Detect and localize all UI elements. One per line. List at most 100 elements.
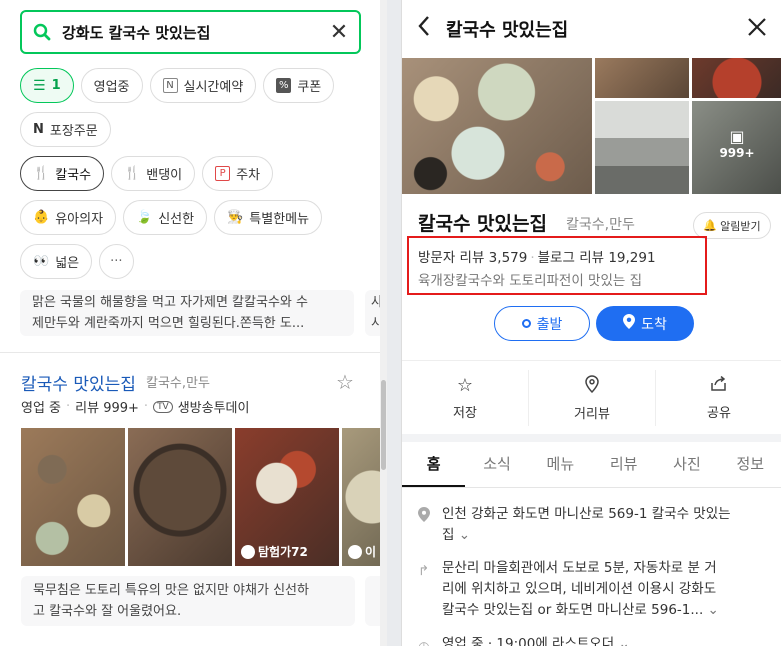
share-button[interactable]: 공유	[655, 370, 781, 426]
more-photos-overlay[interactable]: ▣ 999+	[692, 127, 781, 160]
result-category: 칼국수,만두	[146, 376, 210, 391]
detail-header: 칼국수 맛있는집	[402, 0, 781, 58]
more-filters-button[interactable]: ···	[99, 244, 134, 279]
search-input[interactable]: 강화도 칼국수 맛있는집	[62, 22, 319, 43]
directions-line: 문산리 마을회관에서 도보로 5분, 자동차로 분 거	[442, 560, 717, 576]
clock-icon: ◷	[418, 634, 432, 646]
utensils-icon: 🍴	[33, 166, 50, 181]
visitor-review-link[interactable]: 방문자 리뷰 3,579	[418, 250, 527, 266]
close-icon[interactable]	[732, 14, 781, 44]
action-bar: ☆ 저장 거리뷰 공유	[402, 370, 781, 426]
result-photo[interactable]	[128, 428, 232, 566]
filter-fresh[interactable]: 🍃 신선한	[123, 200, 208, 235]
arrive-button[interactable]: 도착	[596, 306, 694, 341]
tab-photos[interactable]: 사진	[655, 442, 718, 487]
directions-row[interactable]: ↱ 문산리 마을회관에서 도보로 5분, 자동차로 분 거 리에 위치하고 있으…	[418, 558, 781, 621]
result-photo[interactable]	[21, 428, 125, 566]
result-title-link[interactable]: 칼국수 맛있는집	[21, 370, 136, 395]
calendar-icon: N	[162, 78, 178, 93]
avatar	[348, 544, 362, 559]
filter-kalguksu[interactable]: 🍴 칼국수	[20, 156, 105, 191]
filter-chips: ☰ 1 영업중 N 실시간예약 % 쿠폰 N 포장주문 🍴 칼국수 🍴 밴댕이 P 주차 👶…	[20, 68, 370, 288]
tv-badge-icon: TV	[153, 400, 173, 413]
save-star-icon[interactable]: ☆	[336, 370, 354, 394]
chevron-down-icon[interactable]: ⌄	[618, 636, 629, 646]
filter-open-now[interactable]: 영업중	[80, 68, 143, 103]
back-arrow-icon[interactable]	[402, 14, 446, 44]
detail-photo-main[interactable]	[402, 58, 592, 194]
tab-info[interactable]: 정보	[719, 442, 781, 487]
filter-spacious[interactable]: 👀 넓은	[20, 244, 93, 279]
review-summary: 방문자 리뷰 3,579 · 블로그 리뷰 19,291	[418, 250, 656, 266]
result-photo[interactable]: 이	[342, 428, 380, 566]
tab-home[interactable]: 홈	[402, 442, 466, 487]
detail-photo[interactable]	[595, 101, 689, 194]
divider	[402, 360, 781, 361]
filter-coupon[interactable]: % 쿠폰	[263, 68, 335, 103]
notify-button[interactable]: 🔔 알림받기	[693, 212, 771, 239]
detail-photo[interactable]	[692, 58, 781, 98]
previous-result-snippet[interactable]: 맑은 국물의 해물향을 먹고 자가제면 칼칼국수와 수 제만두와 계란죽까지 먹…	[20, 290, 354, 336]
filter-realtime-booking[interactable]: N 실시간예약	[149, 68, 257, 103]
save-button[interactable]: ☆ 저장	[402, 370, 528, 426]
address-line: 집	[442, 527, 455, 543]
detail-photo[interactable]	[595, 58, 689, 98]
location-pin-icon	[585, 374, 599, 397]
detail-header-title: 칼국수 맛있는집	[446, 20, 569, 41]
filter-settings-chip[interactable]: ☰ 1	[20, 68, 74, 103]
scrollbar-thumb[interactable]	[381, 380, 386, 470]
bell-icon: 🔔	[703, 219, 718, 232]
review-snippet[interactable]: 묵무침은 도토리 특유의 맛은 없지만 야채가 신선하 고 칼국수와 잘 어울렸…	[21, 576, 355, 626]
address-row[interactable]: 인천 강화군 화도면 마니산로 569-1 칼국수 맛있는 집 ⌄	[418, 504, 781, 546]
photo-author-badge: 탐험가72	[241, 543, 308, 560]
detail-photo-grid: ▣ 999+	[402, 58, 781, 194]
result-divider	[0, 352, 380, 353]
filter-parking[interactable]: P 주차	[202, 156, 274, 191]
share-icon	[710, 375, 728, 396]
avatar	[241, 544, 255, 559]
parking-icon: P	[215, 166, 231, 181]
chef-icon: 👨‍🍳	[227, 210, 244, 225]
results-scrollbar[interactable]	[380, 0, 387, 646]
panel-gap	[387, 0, 401, 646]
filter-special-menu[interactable]: 👨‍🍳 특별한메뉴	[214, 200, 323, 235]
coupon-icon: %	[276, 78, 292, 93]
photo-author-badge: 이	[348, 543, 376, 560]
directions-arrow-icon: ↱	[418, 563, 430, 579]
street-view-button[interactable]: 거리뷰	[528, 370, 655, 426]
directions-line: 리에 위치하고 있으며, 네비게이션 이용시 강화도	[442, 581, 717, 597]
tab-reviews[interactable]: 리뷰	[592, 442, 655, 487]
naver-n-icon: N	[33, 122, 44, 137]
open-status: 영업 중	[21, 401, 62, 416]
chevron-down-icon[interactable]: ⌄	[459, 527, 470, 543]
eyes-icon: 👀	[33, 254, 50, 269]
search-results-panel: 강화도 칼국수 맛있는집 ✕ ☰ 1 영업중 N 실시간예약 % 쿠폰 N 포장주문 …	[0, 0, 380, 646]
hours-text: 영업 중 · 19:00에 라스트오더	[442, 636, 615, 646]
filter-baby-chair[interactable]: 👶 유아의자	[20, 200, 117, 235]
review-count: 리뷰 999+	[75, 401, 139, 416]
place-detail-panel: 칼국수 맛있는집 ▣ 999+ 칼국수 맛있는집 칼국수,만두 🔔 알림받기 방…	[401, 0, 781, 646]
clear-search-icon[interactable]: ✕	[319, 20, 359, 45]
depart-button[interactable]: 출발	[494, 306, 590, 341]
filter-takeout-order[interactable]: N 포장주문	[20, 112, 111, 147]
hours-row[interactable]: ◷ 영업 중 · 19:00에 라스트오더 ⌄	[418, 634, 781, 646]
search-box[interactable]: 강화도 칼국수 맛있는집 ✕	[20, 10, 361, 54]
directions-line: 칼국수 맛있는집 or 화도면 마니산로 596-1...	[442, 602, 704, 618]
search-icon	[22, 23, 62, 41]
utensils-icon: 🍴	[124, 166, 141, 181]
photo-gallery-icon: ▣	[729, 127, 745, 146]
map-pin-icon	[418, 504, 432, 546]
detail-tabs: 홈 소식 메뉴 리뷰 사진 정보	[402, 442, 781, 488]
tab-news[interactable]: 소식	[465, 442, 528, 487]
chevron-down-icon[interactable]: ⌄	[708, 602, 719, 618]
place-category: 칼국수,만두	[566, 217, 635, 233]
review-snippet-side	[365, 576, 380, 626]
filter-bandaengi[interactable]: 🍴 밴댕이	[111, 156, 196, 191]
result-photos: 탐험가72 이	[21, 428, 380, 566]
origin-icon	[521, 319, 531, 328]
tab-menu[interactable]: 메뉴	[529, 442, 592, 487]
place-name: 칼국수 맛있는집	[418, 213, 547, 235]
blog-review-link[interactable]: 블로그 리뷰 19,291	[538, 250, 656, 266]
detail-photo[interactable]: ▣ 999+	[692, 101, 781, 194]
result-photo[interactable]: 탐험가72	[235, 428, 339, 566]
